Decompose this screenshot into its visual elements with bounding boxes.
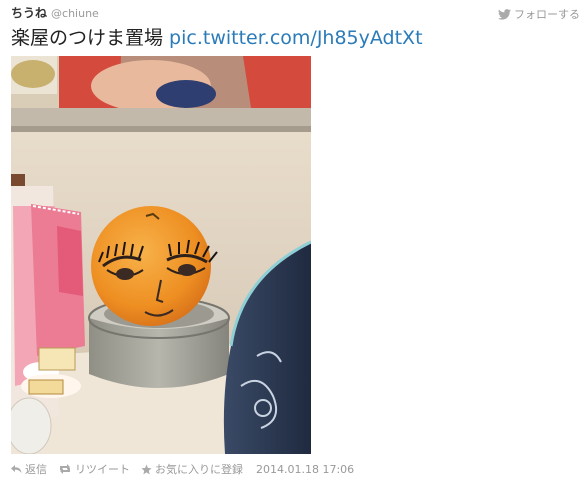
tweet-actions: 返信 リツイート お気に入りに登録 2014.01.18 17:06 <box>11 461 354 477</box>
twitter-bird-icon <box>498 8 511 20</box>
retweet-label: リツイート <box>75 463 130 476</box>
tweet-body: 楽屋のつけま置場 <box>11 27 170 49</box>
follow-button[interactable]: フォローする <box>498 5 580 23</box>
star-icon <box>141 463 152 474</box>
tweet-photo[interactable] <box>11 56 311 454</box>
tweet-header: ちうね @chiune <box>11 4 99 22</box>
tweet-timestamp[interactable]: 2014.01.18 17:06 <box>256 463 354 476</box>
favorite-button[interactable]: お気に入りに登録 <box>141 461 243 477</box>
reply-button[interactable]: 返信 <box>11 461 47 477</box>
tweet-photo-link[interactable]: pic.twitter.com/Jh85yAdtXt <box>169 27 422 49</box>
username[interactable]: @chiune <box>51 7 99 20</box>
photo-mandarin-orange-with-eyelashes <box>11 56 311 454</box>
retweet-icon <box>60 464 70 474</box>
display-name[interactable]: ちうね <box>11 4 47 21</box>
tweet-text: 楽屋のつけま置場 pic.twitter.com/Jh85yAdtXt <box>11 25 423 51</box>
reply-label: 返信 <box>25 463 47 476</box>
retweet-button[interactable]: リツイート <box>58 461 130 477</box>
follow-label: フォローする <box>514 8 580 21</box>
favorite-label: お気に入りに登録 <box>155 463 243 476</box>
reply-arrow-icon <box>11 465 22 473</box>
